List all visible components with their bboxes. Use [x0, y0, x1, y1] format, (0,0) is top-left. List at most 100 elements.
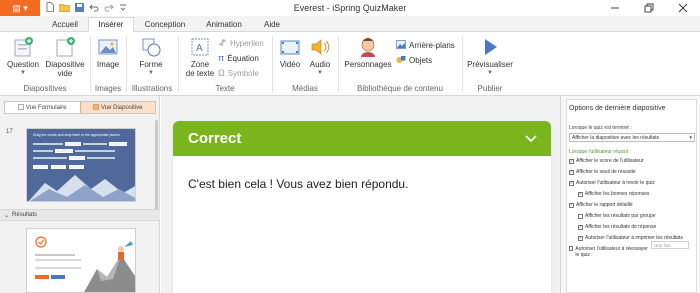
- tab-inserer[interactable]: Insérer: [88, 17, 134, 32]
- options-panel-content: Options de dernière diapositive Lorsque …: [560, 96, 700, 293]
- shape-button[interactable]: Forme ▼: [132, 36, 170, 78]
- slide-view-button[interactable]: Vue Diapositive: [79, 102, 155, 113]
- thumbnail-button: [51, 275, 65, 279]
- option-show-score[interactable]: ✓ Afficher le score de l'utilisateur: [569, 158, 644, 164]
- thumbnail-drop-box: [65, 142, 81, 146]
- option-allow-retry[interactable]: Autoriser l'utilisateur à réessayer le q…: [569, 246, 649, 258]
- retry-count-select[interactable]: Une fois: [651, 241, 689, 249]
- play-icon: [485, 39, 497, 55]
- thumbnail-text-line: [35, 259, 81, 261]
- slide-thumbnail-results[interactable]: [26, 228, 136, 293]
- group-label-bibliotheque: Bibliothèque de contenu: [357, 84, 443, 93]
- feedback-message[interactable]: C'est bien cela ! Vous avez bien répondu…: [188, 177, 408, 191]
- backgrounds-label: Arrière-plans: [409, 41, 455, 50]
- hyperlink-button[interactable]: Hyperlien: [218, 38, 264, 49]
- thumbnail-text-line: [75, 150, 115, 152]
- link-icon: [218, 38, 227, 49]
- preview-button[interactable]: Prévisualiser ▼: [464, 36, 516, 78]
- thumbnail-title: Drag the words and drop them in the appr…: [33, 133, 120, 137]
- thumbnail-word-chip: [33, 165, 48, 169]
- tab-accueil[interactable]: Accueil: [44, 17, 86, 32]
- symbol-button[interactable]: Ω Symbole: [218, 68, 259, 78]
- option-label: Afficher les résultats par groupe: [585, 213, 656, 219]
- tab-conception[interactable]: Conception: [138, 17, 192, 32]
- window-controls: [598, 0, 700, 16]
- option-label: Afficher les bonnes réponses: [585, 191, 650, 197]
- tab-aide[interactable]: Aide: [256, 17, 288, 32]
- chevron-down-icon[interactable]: [525, 132, 537, 146]
- textbox-label-1: Zone: [190, 60, 210, 69]
- open-folder-icon[interactable]: [59, 3, 70, 14]
- equation-label: Équation: [227, 53, 259, 63]
- backgrounds-icon: [396, 40, 406, 51]
- option-label: Autoriser l'utilisateur à revoir le quiz: [576, 180, 655, 186]
- video-button[interactable]: Vidéo: [276, 36, 304, 69]
- checkbox-checked-icon: ✓: [569, 180, 574, 186]
- undo-icon[interactable]: [89, 3, 99, 14]
- symbol-label: Symbole: [227, 68, 259, 78]
- customize-icon[interactable]: [119, 3, 127, 13]
- objects-icon: [396, 55, 406, 66]
- close-icon[interactable]: [666, 0, 700, 16]
- option-show-pass-threshold[interactable]: ✓ Afficher le seuil de réussite: [569, 169, 636, 175]
- option-allow-review[interactable]: ✓ Autoriser l'utilisateur à revoir le qu…: [569, 180, 655, 186]
- restore-icon[interactable]: [632, 0, 666, 16]
- option-label: Afficher le rapport détaillé: [576, 202, 633, 208]
- option-show-correct-answers[interactable]: ✓ Afficher les bonnes réponses: [578, 191, 649, 197]
- quiz-end-select[interactable]: Afficher la diapositive avec les résulta…: [569, 133, 695, 142]
- checkbox-unchecked-icon: [578, 213, 583, 219]
- blank-slide-label-2: vide: [57, 69, 73, 78]
- section-header-results[interactable]: ⌄ Résultats: [0, 209, 160, 221]
- ribbon: Question ▼ Diapositive vide Image Forme …: [0, 32, 700, 96]
- characters-button[interactable]: Personnages: [342, 36, 394, 69]
- thumbnail-text-line: [83, 143, 107, 145]
- climber-illustration: [84, 241, 135, 292]
- scrollbar[interactable]: [155, 120, 158, 220]
- question-button[interactable]: Question ▼: [5, 36, 41, 78]
- objects-label: Objets: [409, 56, 433, 65]
- shape-icon: [142, 38, 161, 57]
- option-results-by-group[interactable]: Afficher les résultats par groupe: [578, 213, 656, 219]
- form-view-button[interactable]: Vue Formulaire: [5, 102, 80, 113]
- backgrounds-button[interactable]: Arrière-plans: [396, 40, 455, 51]
- slide-number: 17: [6, 129, 13, 135]
- feedback-card: Correct C'est bien cela ! Vous avez bien…: [173, 121, 551, 293]
- option-label: Afficher les résultats de réponse: [585, 224, 657, 230]
- redo-icon[interactable]: [104, 3, 114, 14]
- thumbnail-word-chip: [69, 165, 84, 169]
- textbox-label-2: de texte: [185, 69, 215, 78]
- view-toggle: Vue Formulaire Vue Diapositive: [4, 101, 156, 114]
- group-label-diapositives: Diapositives: [23, 84, 67, 93]
- blank-slide-button[interactable]: Diapositive vide: [43, 36, 87, 78]
- option-show-detailed-report[interactable]: ✓ Afficher le rapport détaillé: [569, 202, 633, 208]
- textbox-button[interactable]: A Zone de texte: [182, 36, 218, 78]
- quick-access-toolbar: [46, 2, 127, 14]
- option-label: Afficher le seuil de réussite: [576, 169, 636, 175]
- objects-button[interactable]: Objets: [396, 55, 432, 66]
- slide-thumbnail-17[interactable]: Drag the words and drop them in the appr…: [26, 128, 136, 202]
- thumbnail-text-line: [33, 150, 53, 152]
- new-file-icon[interactable]: [46, 2, 54, 14]
- tab-animation[interactable]: Animation: [198, 17, 250, 32]
- chevron-down-icon: ▼: [317, 70, 323, 76]
- form-view-icon: [18, 103, 24, 112]
- checkbox-checked-icon: ✓: [578, 191, 583, 197]
- option-label: Autoriser l'utilisateur à réessayer le q…: [575, 246, 648, 258]
- option-answer-results[interactable]: ✓ Afficher les résultats de réponse: [578, 224, 656, 230]
- chevron-down-icon: ▼: [20, 70, 26, 76]
- slide-canvas: Correct C'est bien cela ! Vous avez bien…: [161, 96, 560, 293]
- quiz-end-value: Afficher la diapositive avec les résulta…: [572, 134, 660, 141]
- thumbnail-button: [35, 275, 49, 279]
- thumbnail-drop-box: [109, 142, 127, 146]
- app-menu-button[interactable]: ▤ ▾: [0, 0, 40, 16]
- checkbox-checked-icon: ✓: [578, 235, 583, 241]
- thumbnail-word-chip: [51, 165, 66, 169]
- audio-button[interactable]: Audio ▼: [306, 36, 334, 78]
- save-icon[interactable]: [75, 2, 84, 14]
- minimize-icon[interactable]: [598, 0, 632, 16]
- character-icon: [361, 38, 375, 57]
- equation-button[interactable]: π Équation: [218, 53, 259, 63]
- shape-label: Forme: [139, 60, 163, 69]
- title-bar: ▤ ▾ Everest - iSpring QuizMaker: [0, 0, 700, 16]
- image-button[interactable]: Image: [93, 36, 123, 69]
